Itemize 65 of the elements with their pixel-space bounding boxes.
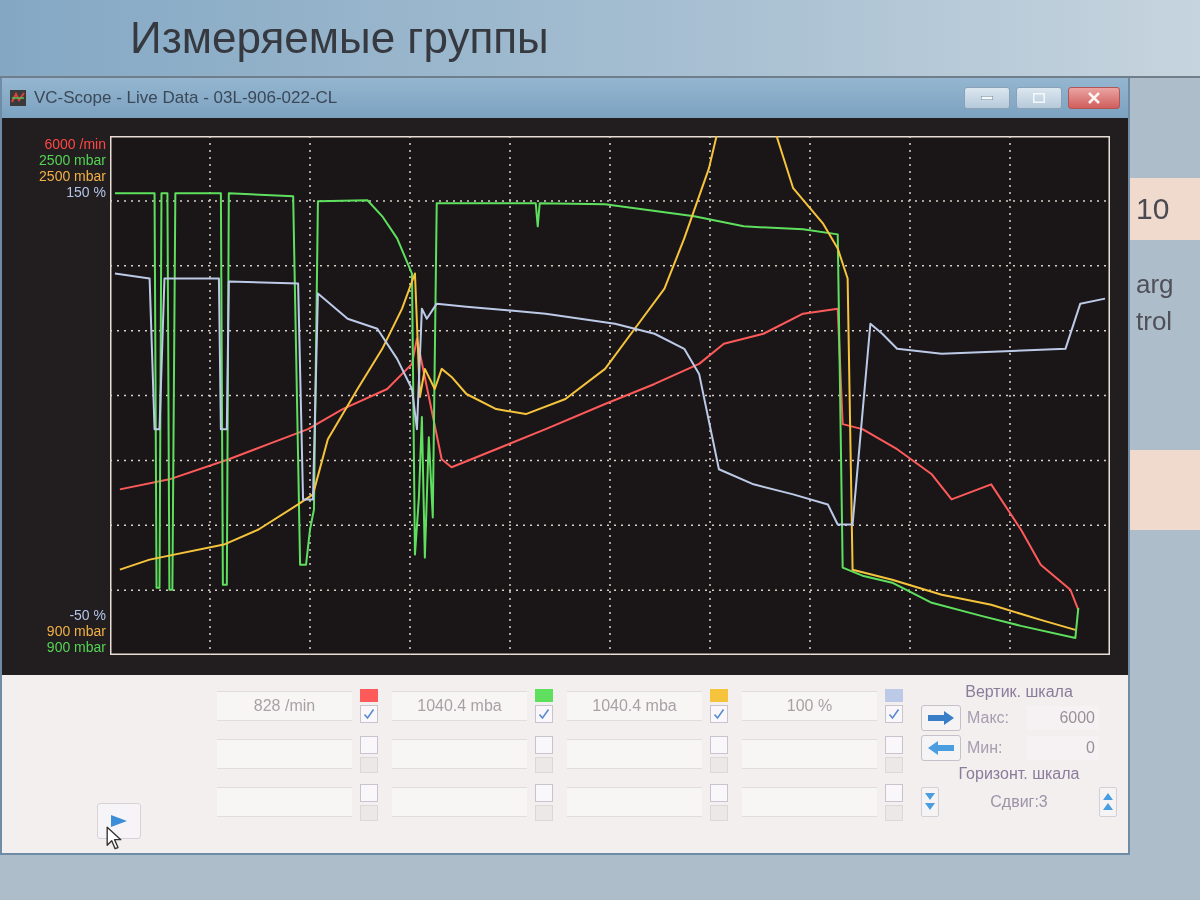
shift-label: Сдвиг:3: [989, 793, 1049, 811]
check-icon: [538, 708, 550, 720]
increase-button[interactable]: [921, 705, 961, 731]
empty-swatch-icon: [710, 804, 728, 821]
right-arrow-icon: [928, 711, 954, 725]
heading-fragment: 10: [1136, 194, 1171, 224]
axis-label: 900 mbar: [46, 623, 106, 639]
axis-label: 6000 /min: [44, 136, 106, 152]
checkbox[interactable]: [360, 735, 378, 754]
page-heading: Измеряемые группы: [130, 16, 549, 60]
checkbox[interactable]: [885, 705, 903, 723]
axis-label: 2500 mbar: [39, 152, 106, 168]
checkbox[interactable]: [535, 783, 553, 802]
close-icon: [1088, 92, 1100, 104]
maximize-icon: [1033, 93, 1045, 103]
max-value-field[interactable]: 6000: [1027, 706, 1099, 730]
double-up-triangle-icon: [1103, 792, 1113, 812]
empty-swatch-icon: [535, 804, 553, 821]
empty-swatch-icon: [360, 756, 378, 773]
empty-swatch-icon: [360, 804, 378, 821]
close-button[interactable]: [1068, 87, 1120, 109]
spin-down-button[interactable]: [921, 787, 939, 817]
window-title: VC-Scope - Live Data - 03L-906-022-CL: [34, 88, 338, 108]
axis-label: 900 mbar: [46, 639, 106, 655]
text-fragment: arg: [1136, 270, 1175, 299]
checkbox[interactable]: [535, 735, 553, 754]
double-down-triangle-icon: [925, 792, 935, 812]
play-button[interactable]: [97, 803, 141, 839]
empty-swatch-icon: [885, 804, 903, 821]
scale-title: Горизонт. шкала: [957, 765, 1081, 783]
min-label: Мин:: [967, 739, 1004, 757]
minimize-icon: [981, 96, 993, 100]
play-icon: [111, 815, 127, 827]
checkbox[interactable]: [360, 783, 378, 802]
checkbox[interactable]: [710, 705, 728, 723]
min-value-field[interactable]: 0: [1027, 736, 1099, 760]
check-icon: [363, 708, 375, 720]
reading-text: 100 %: [786, 697, 833, 715]
max-label: Макс:: [967, 709, 1011, 727]
reading-text: 1040.4 mba: [417, 697, 502, 715]
empty-swatch-icon: [885, 756, 903, 773]
text-fragment: trol: [1136, 306, 1174, 336]
minimize-button[interactable]: [964, 87, 1010, 109]
checkbox[interactable]: [885, 783, 903, 802]
checkbox[interactable]: [360, 705, 378, 723]
empty-swatch-icon: [710, 756, 728, 773]
scale-title: Вертик. шкала: [964, 683, 1074, 701]
spin-up-button[interactable]: [1099, 787, 1117, 817]
reading-text: 828 /min: [253, 697, 316, 715]
maximize-button[interactable]: [1016, 87, 1062, 109]
decrease-button[interactable]: [921, 735, 961, 761]
reading-text: 1040.4 mba: [592, 697, 677, 715]
checkbox[interactable]: [885, 735, 903, 754]
app-icon: [10, 90, 26, 106]
axis-label: -50 %: [69, 607, 106, 623]
checkbox[interactable]: [710, 735, 728, 754]
empty-swatch-icon: [535, 756, 553, 773]
left-arrow-icon: [928, 741, 954, 755]
mouse-pointer-icon: [106, 826, 122, 851]
check-icon: [713, 708, 725, 720]
check-icon: [888, 708, 900, 720]
axis-label: 2500 mbar: [39, 168, 106, 184]
axis-label: 150 %: [66, 184, 106, 200]
checkbox[interactable]: [535, 705, 553, 723]
checkbox[interactable]: [710, 783, 728, 802]
